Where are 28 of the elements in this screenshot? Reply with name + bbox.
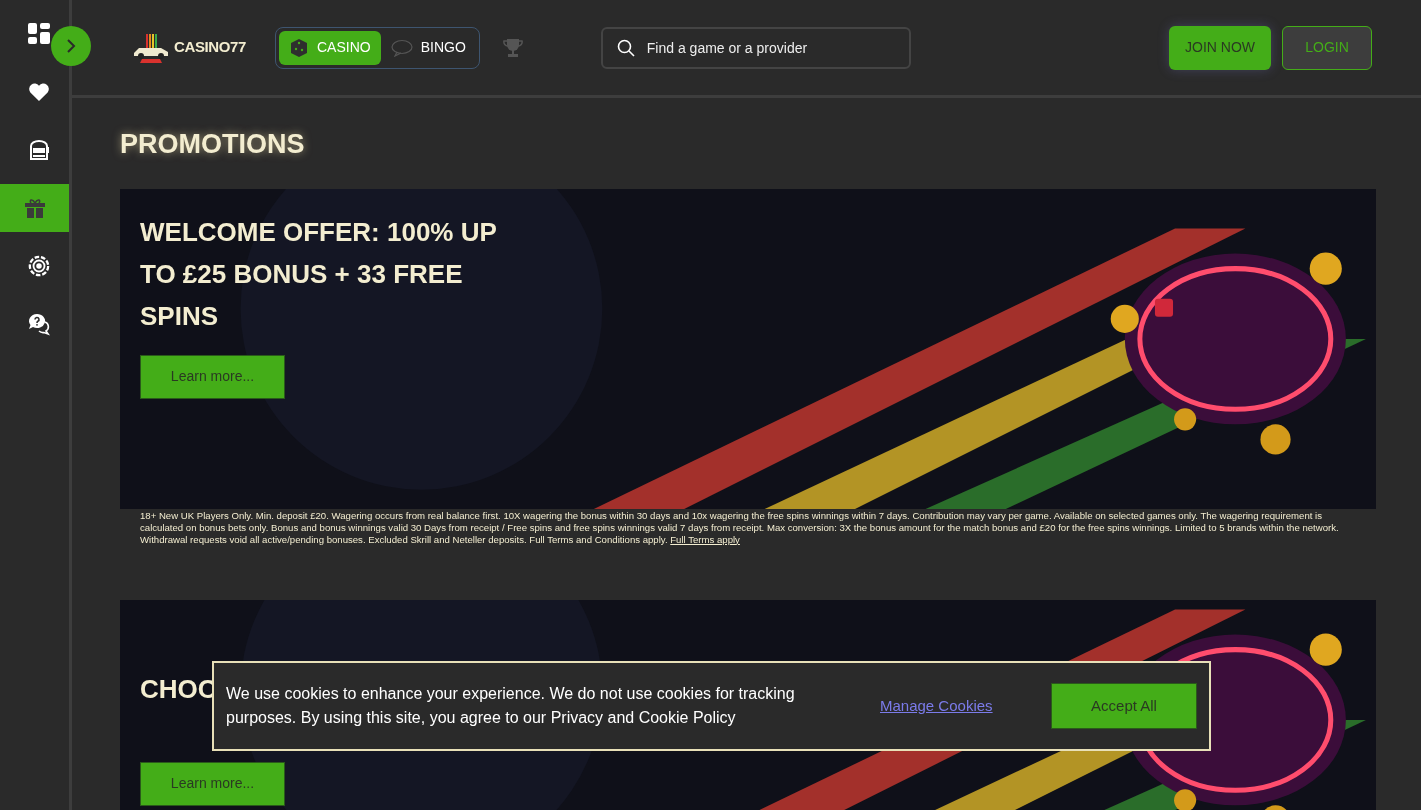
full-terms-link[interactable]: Full Terms apply [670,533,740,545]
page-title: PROMOTIONS [120,128,306,161]
dice-icon [289,37,309,58]
cookie-text: We use cookies to enhance your experience. We do not use cookies for tracking purposes. By using this site, you agree to our Privacy and Cookie Policy [226,684,796,728]
heart-icon [28,82,50,102]
chip-icon [28,255,50,277]
learn-more-button[interactable]: Learn more... [140,354,285,399]
learn-more-button[interactable]: Learn more... [140,761,285,806]
slot-machine-icon [27,138,51,162]
chevron-right-icon [65,38,77,54]
car-logo-icon [132,32,170,63]
category-tab[interactable]: BINGO [380,30,476,65]
gift-icon [22,196,47,220]
promo-title: WELCOME OFFER: 100% UP TO £25 BONUS + 33 FREE SPINS [140,215,498,333]
terms-text: 18+ New UK Players Only. Min. deposit £20. Wagering occurs from real balance first. 10X wagering the bonus within 30 days and 10x wagering the free spins winnings within 7 days. Contribution may vary per game. Available on selected games only. The wagering requirement is calculated on bonus bets only. Bonus and bonus winnings valid 30 Days from receipt / Free spins and free spins winnings valid 7 days from receipt. Max conversion: 3X the bonus amount for the match bonus and £20 for the free spins winnings. Limited to 5 brands within the network. Withdrawal requests void all active/pending bonuses. Excluded Skrill and Neteller deposits. Full Terms and Conditions apply. Full Terms apply [139,508,1340,546]
category-tab[interactable]: CASINO [279,30,381,65]
accept-all-button[interactable]: Accept All [1051,683,1197,729]
help-chat-icon [27,312,51,336]
speech-bubble-icon [390,38,413,57]
login-button[interactable]: LOGIN [1282,25,1372,70]
manage-cookies-link[interactable]: Manage Cookies [880,694,993,718]
join-button[interactable]: JOIN NOW [1169,25,1271,70]
expand-button[interactable] [51,26,91,66]
search-field[interactable]: Find a game or a provider [600,26,911,69]
grid-icon [27,22,51,46]
logo-text: CASINO77 [174,37,247,58]
trophy-icon [501,36,524,59]
search-icon [616,38,635,57]
